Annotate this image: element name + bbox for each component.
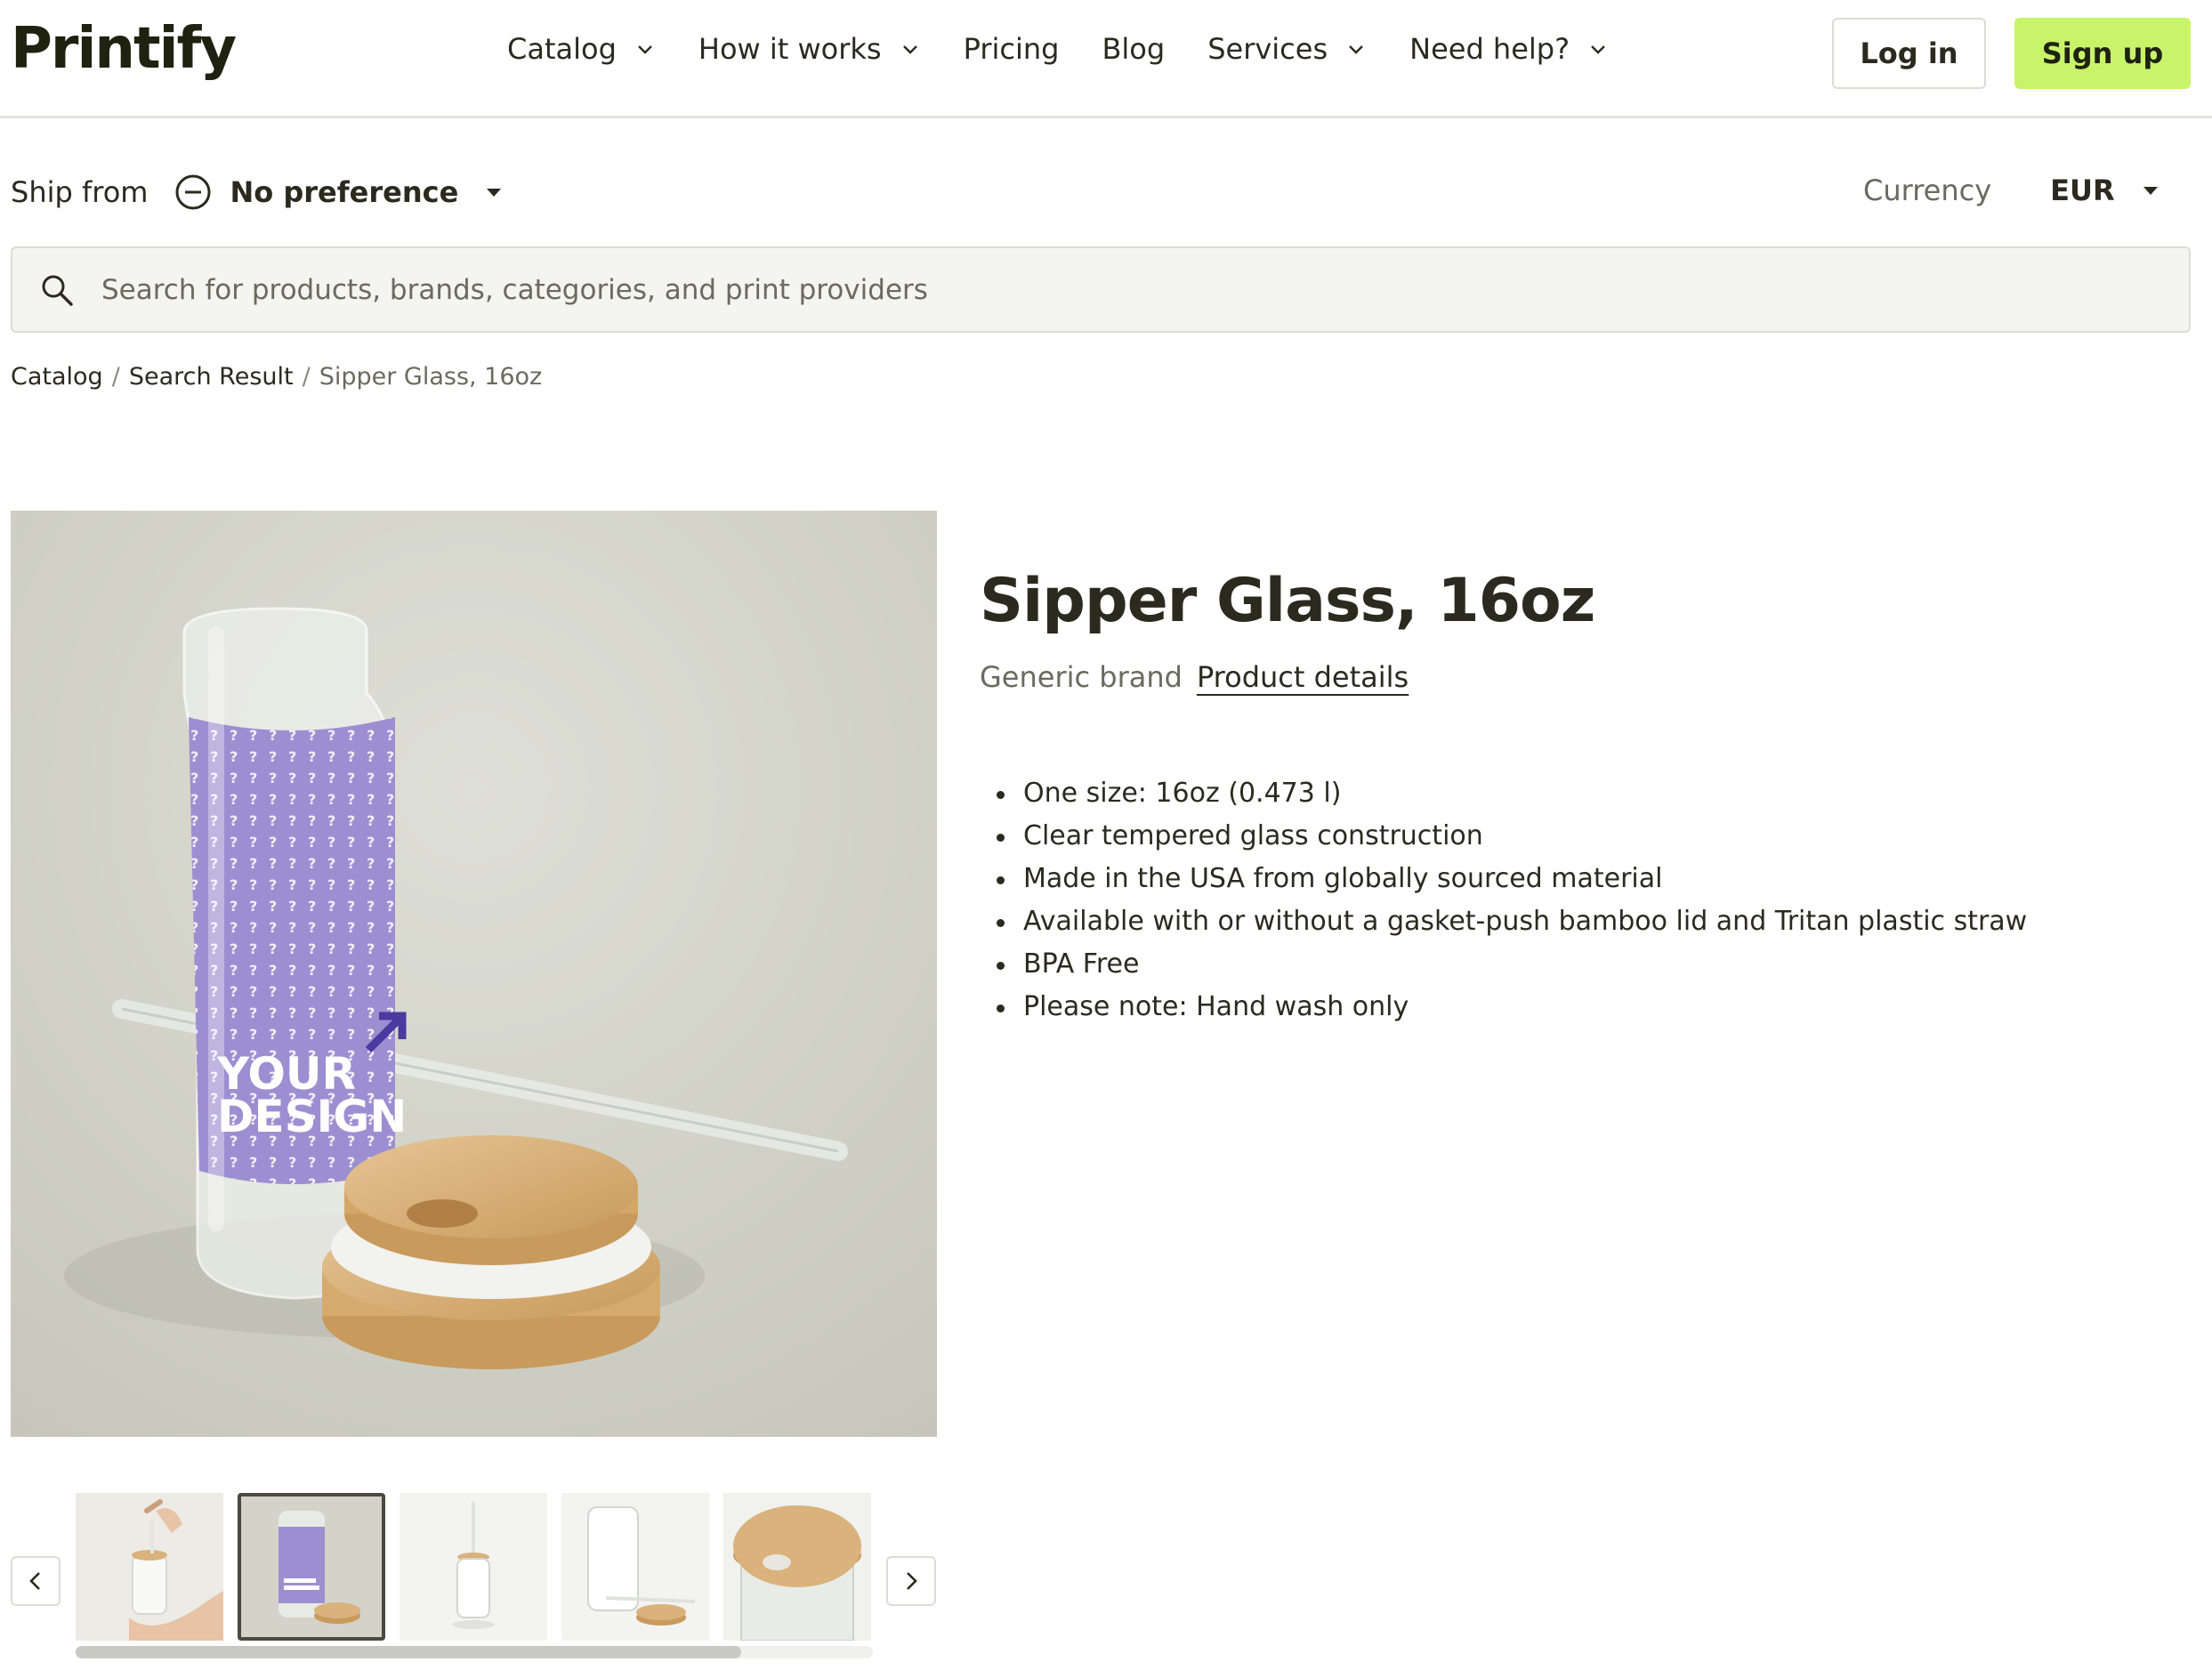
ship-from-value: No preference (230, 175, 459, 209)
breadcrumb-separator: / (302, 363, 311, 391)
thumbnail-bamboo-lid-closeup[interactable] (723, 1493, 871, 1641)
search-bar (11, 246, 2191, 333)
no-preference-icon (175, 174, 211, 210)
login-button[interactable]: Log in (1832, 18, 1986, 89)
product-meta: Generic brand Product details (980, 660, 1409, 694)
thumbnail-image (76, 1493, 223, 1641)
product-details-link[interactable]: Product details (1197, 660, 1409, 694)
nav-item-pricing[interactable]: Pricing (964, 32, 1060, 66)
chevron-down-icon (902, 45, 917, 54)
thumbnail-image (238, 1493, 385, 1641)
breadcrumb-current: Sipper Glass, 16oz (319, 363, 543, 391)
thumbnail-hand-holding-glass[interactable] (76, 1493, 223, 1641)
thumbnail-prev-button[interactable] (11, 1556, 61, 1606)
caret-down-icon (2143, 187, 2158, 195)
nav-item-label: How it works (698, 32, 882, 66)
chevron-right-icon (907, 1572, 917, 1590)
thumbnail-image (723, 1493, 871, 1641)
brand-name: Generic brand (980, 660, 1183, 694)
chevron-left-icon (29, 1572, 40, 1590)
sipper-glass-mockup: ? YOUR DESIGN (11, 511, 937, 1437)
feature-item: One size: 16oz (0.473 l) (997, 772, 2027, 815)
feature-item: Made in the USA from globally sourced ma… (997, 858, 2027, 900)
main-product-image[interactable]: ? YOUR DESIGN (11, 511, 937, 1437)
main-nav: Catalog How it works Pricing Blog Servic… (507, 32, 1651, 66)
nav-item-label: Need help? (1409, 32, 1570, 66)
chevron-down-icon (638, 45, 652, 54)
feature-item: Available with or without a gasket-push … (997, 900, 2027, 943)
thumbnail-scrollbar-thumb[interactable] (76, 1646, 742, 1658)
currency-label: Currency (1863, 173, 1992, 207)
ship-from-dropdown[interactable]: No preference (174, 173, 505, 211)
breadcrumb-catalog[interactable]: Catalog (11, 363, 103, 391)
mockup-text-line2: DESIGN (217, 1091, 407, 1142)
thumbnail-glass-with-straw[interactable] (400, 1493, 547, 1641)
breadcrumb-search-result[interactable]: Search Result (129, 363, 294, 391)
ship-from-filter: Ship from No preference (11, 173, 505, 211)
currency-filter: Currency EUR (1863, 173, 2161, 207)
chevron-down-icon (1591, 45, 1605, 54)
nav-item-label: Pricing (963, 32, 1060, 66)
feature-item: Please note: Hand wash only (997, 986, 2027, 1029)
currency-value: EUR (2050, 173, 2115, 207)
nav-item-label: Catalog (507, 32, 617, 66)
nav-item-blog[interactable]: Blog (1102, 32, 1165, 66)
feature-list: One size: 16oz (0.473 l) Clear tempered … (997, 772, 2027, 1029)
feature-item: Clear tempered glass construction (997, 815, 2027, 858)
breadcrumb: Catalog / Search Result / Sipper Glass, … (11, 363, 542, 391)
caret-down-icon (487, 189, 502, 197)
product-title: Sipper Glass, 16oz (980, 566, 1595, 636)
chevron-down-icon (1349, 45, 1363, 54)
search-icon (42, 275, 73, 306)
thumbnail-image (561, 1493, 709, 1641)
top-navigation: Printify Catalog How it works Pricing Bl… (0, 0, 2212, 118)
signup-button[interactable]: Sign up (2014, 18, 2191, 89)
feature-item: BPA Free (997, 943, 2027, 986)
printify-logo[interactable]: Printify (11, 16, 237, 82)
ship-from-label: Ship from (11, 175, 149, 209)
breadcrumb-separator: / (111, 363, 120, 391)
nav-item-how-it-works[interactable]: How it works (698, 32, 921, 66)
thumbnail-scrollbar[interactable] (76, 1646, 873, 1658)
thumbnail-next-button[interactable] (886, 1556, 936, 1606)
nav-item-label: Blog (1102, 32, 1166, 66)
thumbnail-purple-design-glass[interactable] (238, 1493, 385, 1641)
nav-item-need-help[interactable]: Need help? (1409, 32, 1609, 66)
thumbnail-strip (76, 1493, 873, 1641)
nav-item-services[interactable]: Services (1207, 32, 1367, 66)
nav-item-label: Services (1207, 32, 1328, 66)
search-input[interactable] (101, 273, 2148, 306)
currency-dropdown[interactable]: EUR (2050, 173, 2160, 207)
thumbnail-clear-glass-with-lid[interactable] (561, 1493, 709, 1641)
thumbnail-image (400, 1493, 547, 1641)
nav-item-catalog[interactable]: Catalog (507, 32, 656, 66)
